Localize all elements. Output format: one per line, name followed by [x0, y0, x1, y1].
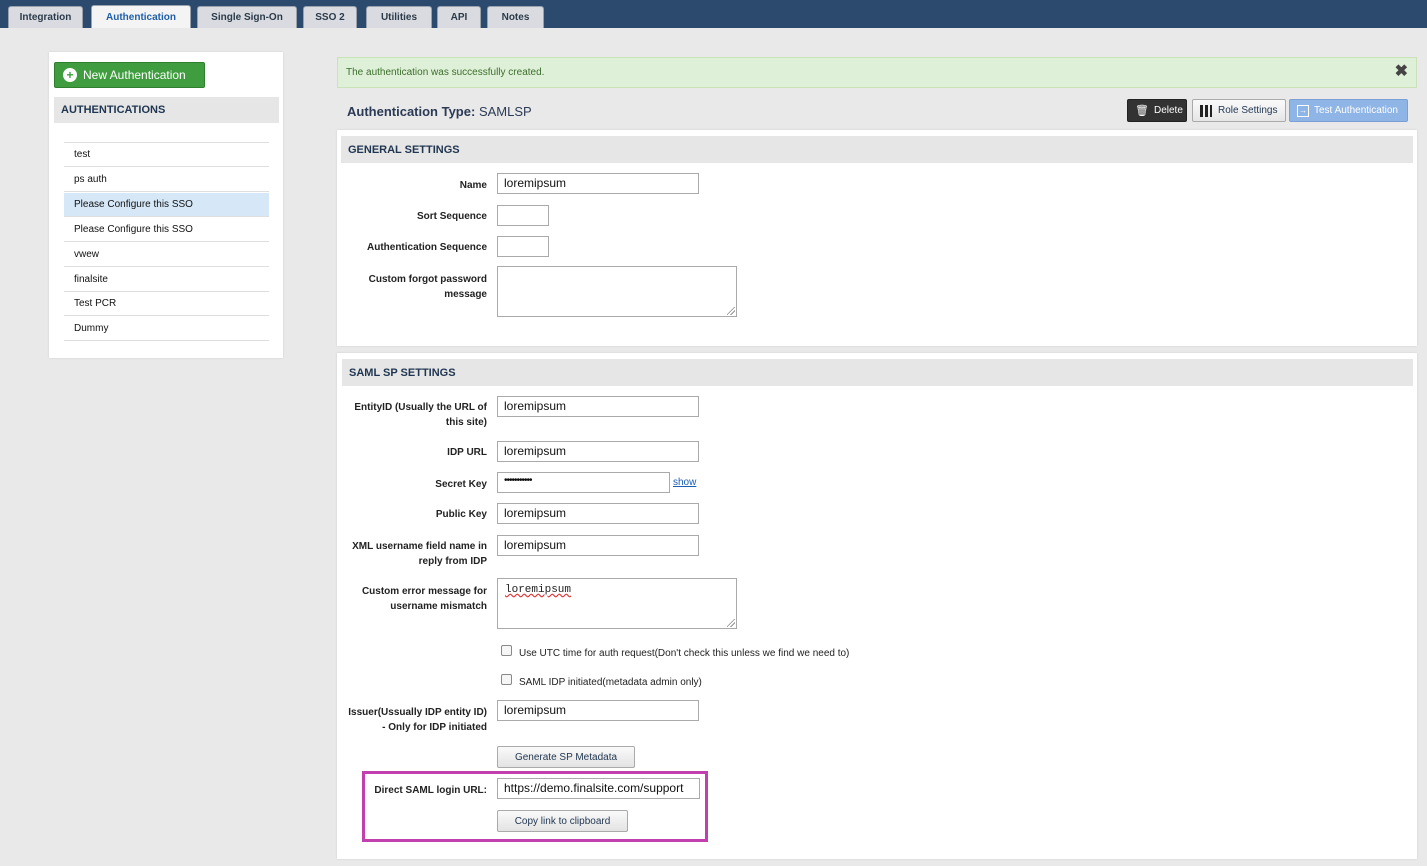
- saml-settings-heading: SAML SP SETTINGS: [342, 359, 1413, 386]
- auth-type-heading: Authentication Type: SAMLSP: [347, 104, 532, 119]
- auth-sequence-label: Authentication Sequence: [366, 242, 487, 253]
- sort-sequence-field[interactable]: [497, 205, 549, 226]
- plus-icon: +: [63, 68, 77, 82]
- name-field[interactable]: loremipsum: [497, 173, 699, 194]
- role-settings-button[interactable]: Role Settings: [1192, 99, 1286, 122]
- secret-key-label: Secret Key: [435, 479, 487, 490]
- sidebar-item-please-configure-2[interactable]: Please Configure this SSO: [64, 218, 269, 242]
- issuer-label: Issuer(Ussually IDP entity ID) - Only fo…: [348, 707, 487, 733]
- idp-url-field[interactable]: loremipsum: [497, 441, 699, 462]
- sidebar-item-test-pcr[interactable]: Test PCR: [64, 292, 269, 316]
- new-authentication-button[interactable]: + New Authentication: [54, 62, 205, 88]
- tab-single-sign-on[interactable]: Single Sign-On: [197, 6, 297, 28]
- sidebar-item-vwew[interactable]: vwew: [64, 243, 269, 267]
- tab-notes[interactable]: Notes: [487, 6, 544, 28]
- copy-link-button[interactable]: Copy link to clipboard: [497, 810, 628, 832]
- utc-time-checkbox[interactable]: [501, 645, 512, 656]
- issuer-field[interactable]: loremipsum: [497, 700, 699, 721]
- trash-icon: 🗑: [1135, 105, 1149, 117]
- authentications-heading: AUTHENTICATIONS: [54, 97, 279, 123]
- role-settings-label: Role Settings: [1218, 105, 1278, 116]
- error-message-label: Custom error message for username mismat…: [361, 586, 487, 612]
- tab-api[interactable]: API: [437, 6, 481, 28]
- idp-initiated-checkbox[interactable]: [501, 674, 512, 685]
- error-message-value: loremipsum: [505, 584, 572, 596]
- new-authentication-label: New Authentication: [83, 68, 186, 82]
- name-label: Name: [459, 180, 487, 191]
- success-alert: The authentication was successfully crea…: [337, 57, 1417, 88]
- idp-initiated-label: SAML IDP initiated(metadata admin only): [519, 677, 702, 688]
- utc-time-label: Use UTC time for auth request(Don't chec…: [519, 648, 850, 659]
- login-icon: →: [1297, 104, 1309, 117]
- forgot-password-textarea[interactable]: [497, 266, 737, 317]
- general-settings-heading: GENERAL SETTINGS: [341, 136, 1413, 163]
- sort-sequence-label: Sort Sequence: [416, 211, 487, 222]
- show-secret-link[interactable]: show: [673, 477, 696, 488]
- resize-handle-icon[interactable]: [727, 307, 735, 315]
- sidebar-item-dummy[interactable]: Dummy: [64, 317, 269, 341]
- sidebar-item-finalsite[interactable]: finalsite: [64, 268, 269, 292]
- secret-key-field[interactable]: •••••••••••: [497, 472, 670, 493]
- delete-button[interactable]: 🗑 Delete: [1127, 99, 1187, 122]
- xml-username-field[interactable]: loremipsum: [497, 535, 699, 556]
- generate-sp-metadata-button[interactable]: Generate SP Metadata: [497, 746, 635, 768]
- sidebar-item-test[interactable]: test: [64, 143, 269, 167]
- alert-message: The authentication was successfully crea…: [346, 67, 545, 78]
- direct-saml-url-label: Direct SAML login URL:: [374, 785, 487, 796]
- delete-label: Delete: [1153, 105, 1183, 116]
- forgot-password-label: Custom forgot password message: [368, 274, 487, 300]
- test-auth-label: Test Authentication: [1314, 105, 1398, 116]
- close-icon[interactable]: ✖: [1395, 64, 1408, 80]
- sidebar-item-please-configure-1[interactable]: Please Configure this SSO: [64, 193, 269, 217]
- error-message-textarea[interactable]: loremipsum: [497, 578, 737, 629]
- tab-sso2[interactable]: SSO 2: [303, 6, 357, 28]
- test-authentication-button[interactable]: → Test Authentication: [1289, 99, 1408, 122]
- public-key-field[interactable]: loremipsum: [497, 503, 699, 524]
- idp-url-label: IDP URL: [447, 447, 487, 458]
- entity-id-field[interactable]: loremipsum: [497, 396, 699, 417]
- tab-utilities[interactable]: Utilities: [366, 6, 432, 28]
- direct-saml-url-field[interactable]: https://demo.finalsite.com/support: [497, 778, 700, 799]
- sidebar-item-ps-auth[interactable]: ps auth: [64, 168, 269, 192]
- tab-authentication[interactable]: Authentication: [91, 5, 191, 28]
- columns-icon: [1200, 104, 1212, 117]
- auth-type-value: SAMLSP: [478, 104, 532, 119]
- auth-type-label: Authentication Type:: [347, 104, 476, 119]
- xml-username-label: XML username field name in reply from ID…: [352, 541, 487, 567]
- auth-sequence-field[interactable]: [497, 236, 549, 257]
- resize-handle-icon[interactable]: [727, 619, 735, 627]
- entity-id-label: EntityID (Usually the URL of this site): [354, 402, 487, 428]
- public-key-label: Public Key: [435, 509, 487, 520]
- tab-integration[interactable]: Integration: [8, 6, 83, 28]
